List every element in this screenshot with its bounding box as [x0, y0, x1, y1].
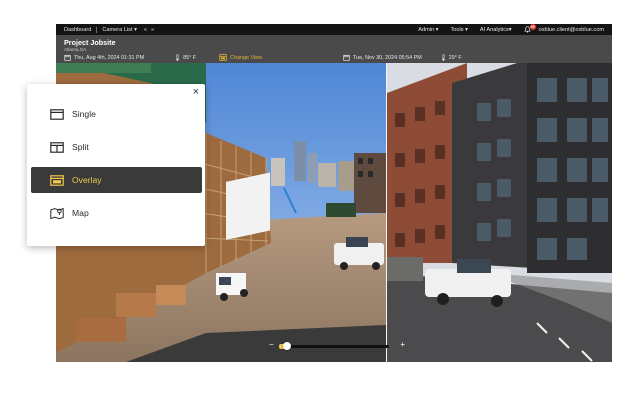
completed-building-photo-right — [387, 63, 612, 362]
change-view-button[interactable]: Change View — [219, 54, 265, 61]
view-option-overlay[interactable]: Overlay — [31, 167, 202, 193]
project-header: Project Jobsite Atlanta,GA Thu, Aug 4th,… — [56, 35, 612, 63]
change-view-icon — [219, 54, 227, 61]
nav-ai-analytics[interactable]: AI Analytics▾ — [480, 27, 512, 33]
nav-prev-camera[interactable]: « — [144, 27, 147, 33]
right-camera-image[interactable] — [387, 63, 612, 362]
right-image-date: Tue, Nov 30, 2024 05:54 PM — [353, 54, 422, 61]
nav-divider — [96, 26, 98, 33]
user-email[interactable]: oxblue.client@oxblue.com — [539, 27, 604, 33]
nav-camera-list[interactable]: Camera List ▾ — [102, 27, 137, 33]
change-view-label: Change View — [230, 54, 263, 61]
view-option-label: Split — [72, 142, 89, 152]
nav-admin[interactable]: Admin ▾ — [418, 27, 438, 33]
view-option-single[interactable]: Single — [31, 101, 202, 127]
left-image-date: Thu, Aug 4th, 2024 01:31 PM — [74, 54, 145, 61]
top-navbar: Dashboard Camera List ▾ « » Admin ▾ Tool… — [56, 24, 612, 35]
project-location: Atlanta,GA — [64, 47, 87, 52]
view-option-label: Single — [72, 109, 96, 119]
calendar-icon — [64, 54, 71, 61]
calendar-icon — [343, 54, 350, 61]
notification-count-badge: 99 — [529, 24, 536, 30]
right-image-temperature: 29° F — [448, 54, 462, 61]
left-image-meta: Thu, Aug 4th, 2024 01:31 PM 85° F Change… — [64, 54, 265, 61]
close-icon[interactable]: × — [193, 86, 199, 98]
slider-decrease-button[interactable]: − — [269, 340, 274, 349]
slider-increase-button[interactable]: + — [400, 340, 405, 349]
screenshot-stage: Dashboard Camera List ▾ « » Admin ▾ Tool… — [0, 0, 640, 410]
view-option-split[interactable]: Split — [31, 134, 202, 160]
nav-dashboard[interactable]: Dashboard — [64, 27, 91, 33]
split-view-icon — [50, 141, 64, 153]
overlay-view-icon — [50, 174, 64, 186]
nav-next-camera[interactable]: » — [151, 27, 154, 33]
single-view-icon — [50, 108, 64, 120]
right-image-meta: Tue, Nov 30, 2024 05:54 PM 29° F — [343, 54, 465, 61]
thermometer-icon — [442, 54, 445, 61]
slider-handle[interactable] — [282, 342, 291, 350]
project-title: Project Jobsite — [64, 38, 116, 47]
view-option-label: Map — [72, 208, 89, 218]
view-mode-menu: × Single Split Overlay Map — [27, 84, 205, 246]
overlay-opacity-slider[interactable]: − + — [269, 340, 405, 351]
slider-track[interactable] — [279, 345, 389, 348]
thermometer-icon — [176, 54, 179, 61]
view-option-label: Overlay — [72, 175, 102, 185]
nav-tools[interactable]: Tools ▾ — [450, 27, 467, 33]
view-option-map[interactable]: Map — [31, 200, 202, 226]
map-icon — [50, 207, 64, 219]
left-image-temperature: 85° F — [183, 54, 197, 61]
notifications-button[interactable]: 99 — [523, 24, 536, 34]
